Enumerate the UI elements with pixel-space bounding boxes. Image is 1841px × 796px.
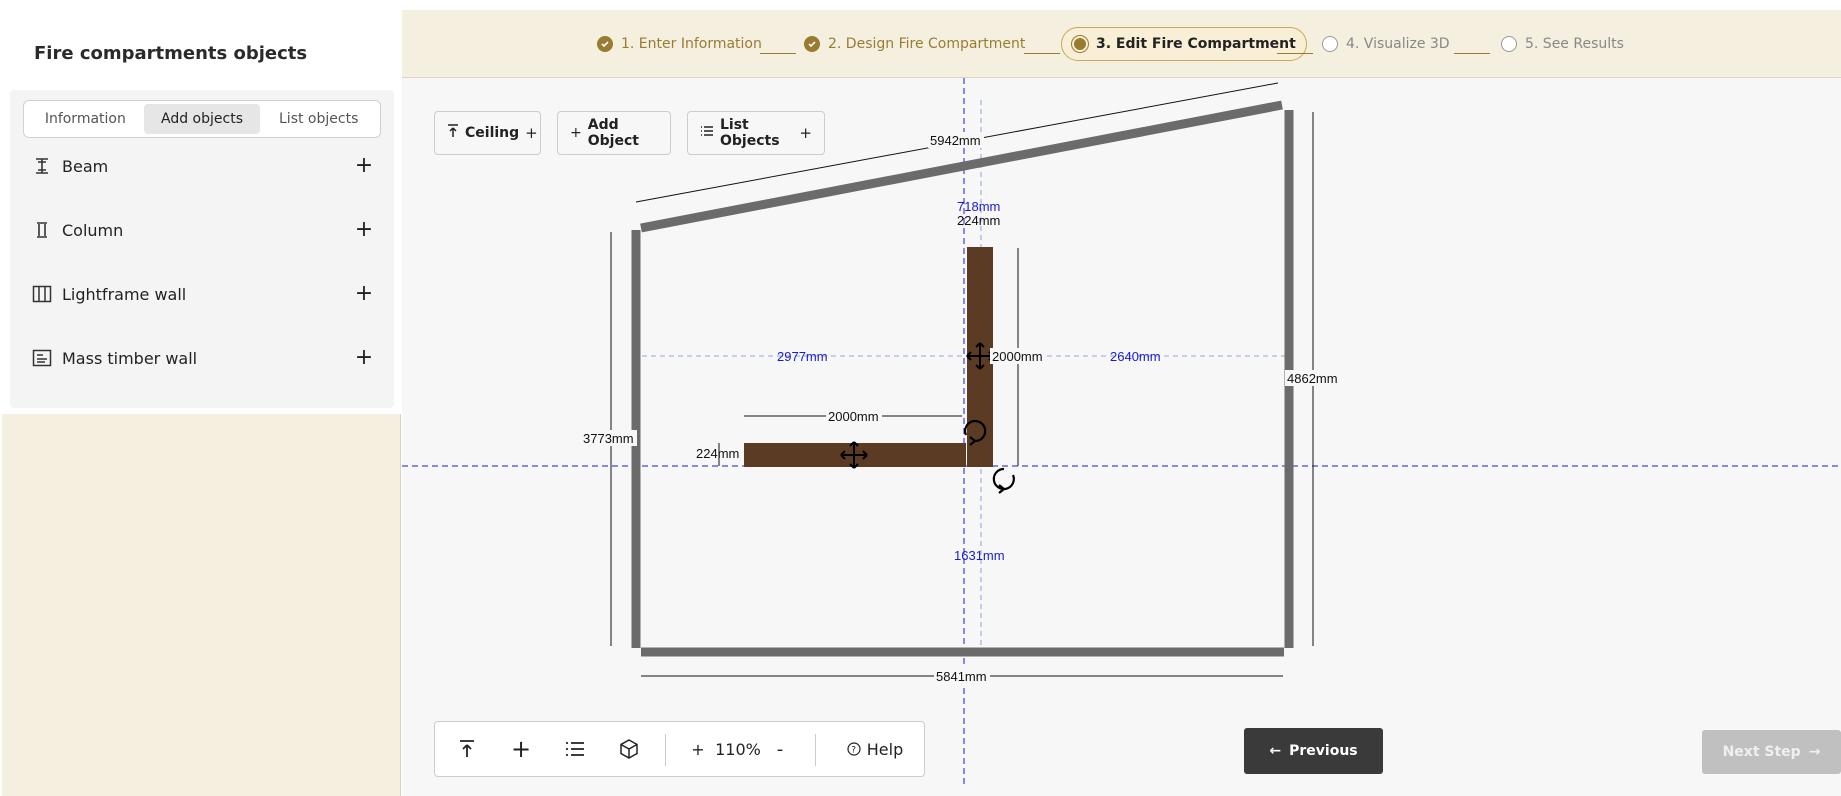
ceiling-tool-button[interactable] [447,722,487,776]
app-root: Fire compartments objects Information Ad… [0,0,1841,796]
plus-icon: + [570,125,582,141]
list-icon [566,742,584,756]
dim-label-gap-left: 2977mm [777,349,828,364]
list-tool-button[interactable] [555,722,595,776]
help-button[interactable]: ? Help [830,722,920,776]
help-icon: ? [847,742,861,756]
bottom-toolbar: + + 110% - ? Help [434,721,925,777]
view-3d-tool-button[interactable] [609,722,649,776]
dim-label-gap-bottom: 1631mm [954,548,1005,563]
rotate-handle-icon[interactable] [992,467,1015,494]
list-objects-label: List Objects [720,117,780,149]
toolbar-divider [815,734,816,766]
dim-label-bottom: 5841mm [936,669,987,684]
ceiling-label: Ceiling [465,125,520,141]
plus-icon: + [510,735,532,763]
previous-button[interactable]: ← Previous [1244,728,1383,774]
dim-label-right: 4862mm [1287,371,1338,386]
arrow-left-icon: ← [1269,743,1282,759]
dim-label-gap-right: 2640mm [1110,349,1161,364]
dim-label-top: 5942mm [930,133,981,148]
arrow-right-icon: → [1808,744,1821,760]
svg-text:?: ? [851,746,856,756]
dim-label-vertical-width: 224mm [957,213,1000,228]
ceiling-icon [460,740,474,757]
previous-label: Previous [1289,743,1358,759]
zoom-level: 110% [715,739,761,759]
plus-icon: + [525,124,538,142]
zoom-out-button[interactable]: - [765,722,795,776]
add-tool-button[interactable]: + [501,722,541,776]
ceiling-icon [447,124,459,142]
floor-plan: 5942mm 5841mm 3773mm 4862mm 2000mm 224mm… [402,78,1841,786]
dim-label-horizontal-width: 224mm [696,446,739,461]
dim-label-gap-top: 718mm [957,199,1000,214]
dim-label-vertical-length: 2000mm [992,349,1043,364]
dim-label-left: 3773mm [583,431,634,446]
plus-icon: + [799,124,812,142]
zoom-in-button[interactable]: + [683,722,713,776]
add-object-button[interactable]: + Add Object [557,111,671,155]
add-object-label: Add Object [587,117,639,149]
toolbar-divider [665,734,666,766]
ceiling-button[interactable]: Ceiling + [434,111,541,155]
list-icon [700,125,714,141]
list-objects-button[interactable]: List Objects + [687,111,825,155]
help-label: Help [866,739,904,759]
next-step-button[interactable]: Next Step → [1702,730,1841,774]
next-step-label: Next Step [1722,744,1801,760]
dim-label-horizontal-length: 2000mm [828,409,879,424]
cube-icon [620,739,638,759]
